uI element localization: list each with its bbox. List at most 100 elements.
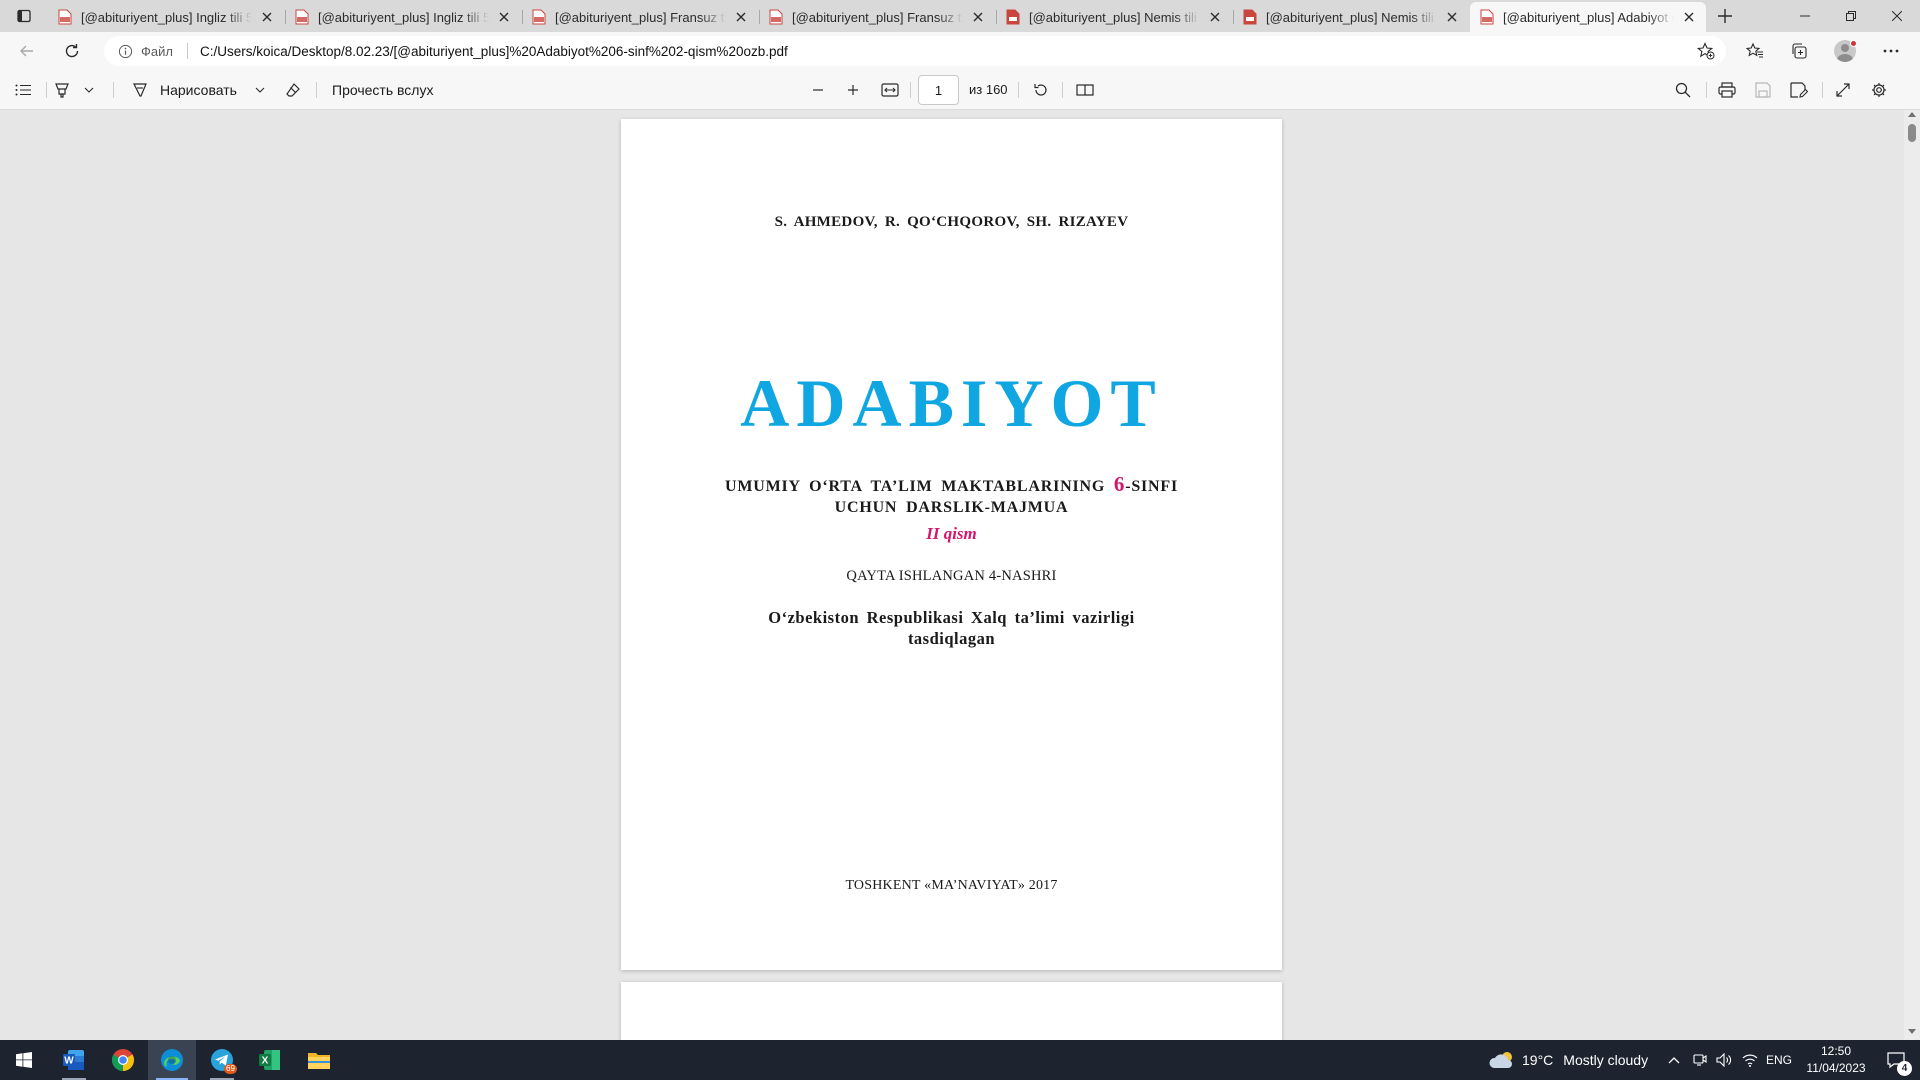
close-window-button[interactable] — [1874, 0, 1920, 32]
pdf-icon — [1480, 9, 1494, 25]
back-button[interactable] — [12, 37, 42, 65]
browser-tab[interactable]: [@abituriyent_plus] Ingliz tili 5-sinf — [48, 2, 284, 32]
save-as-button[interactable] — [1788, 77, 1810, 103]
minimize-button[interactable] — [1782, 0, 1828, 32]
tab-actions-button[interactable] — [10, 4, 38, 28]
divider — [1018, 82, 1019, 98]
pdf-icon — [58, 9, 72, 25]
browser-tab[interactable]: [@abituriyent_plus] Nemis tili 5-sinf — [1233, 2, 1469, 32]
taskbar-edge[interactable] — [148, 1040, 196, 1080]
favorites-button[interactable] — [1740, 37, 1770, 65]
read-aloud-button[interactable]: Прочесть вслух — [332, 77, 433, 103]
tab-close-button[interactable] — [258, 8, 276, 26]
close-icon — [1210, 12, 1220, 22]
draw-button[interactable]: Нарисовать — [132, 77, 265, 103]
add-favorite-button[interactable] — [1696, 42, 1716, 60]
scroll-thumb[interactable] — [1908, 124, 1916, 142]
close-icon — [1447, 12, 1457, 22]
full-screen-button[interactable] — [1832, 77, 1854, 103]
tab-close-button[interactable] — [495, 8, 513, 26]
browser-tab[interactable]: [@abituriyent_plus] Ingliz tili 5-sinf — [285, 2, 521, 32]
print-button[interactable] — [1716, 77, 1738, 103]
weather-temp: 19°C — [1522, 1052, 1554, 1068]
divider — [316, 82, 317, 98]
book-subtitle: UMUMIY O‘RTA TA’LIM MAKTABLARINING 6-SIN… — [621, 474, 1282, 518]
word-icon: W — [63, 1050, 84, 1070]
tab-actions-icon — [17, 9, 31, 23]
scroll-up-arrow[interactable] — [1908, 112, 1916, 117]
notifications-button[interactable]: 4 — [1876, 1040, 1916, 1080]
rotate-button[interactable] — [1030, 77, 1052, 103]
contents-button[interactable] — [10, 77, 36, 103]
erase-button[interactable] — [282, 77, 304, 103]
vertical-scrollbar[interactable] — [1904, 110, 1920, 1040]
fit-to-width-button[interactable] — [879, 77, 901, 103]
browser-tab[interactable]: [@abituriyent_plus] Fransuz tili 5-sinf — [522, 2, 758, 32]
pdf-icon — [295, 9, 309, 25]
pdf-viewer[interactable]: S. AHMEDOV, R. QO‘CHQOROV, SH. RIZAYEV A… — [0, 110, 1920, 1040]
clock[interactable]: 12:50 11/04/2023 — [1804, 1043, 1868, 1077]
taskbar-telegram[interactable]: 69 — [198, 1040, 246, 1080]
approval-line: tasdiqlagan — [907, 629, 996, 648]
tab-title: [@abituriyent_plus] Ingliz tili 5-sinf — [81, 9, 252, 25]
wifi-icon — [1742, 1054, 1758, 1067]
new-tab-button[interactable] — [1712, 4, 1738, 28]
url-field[interactable]: Файл C:/Users/koica/Desktop/8.02.23/[@ab… — [104, 36, 1726, 66]
taskbar-excel[interactable]: X — [246, 1040, 294, 1080]
taskbar-word[interactable]: W — [50, 1040, 98, 1080]
refresh-icon — [65, 44, 79, 58]
page-view-button[interactable] — [1074, 77, 1096, 103]
highlight-button[interactable] — [54, 77, 100, 103]
browser-tab[interactable]: [@abituriyent_plus] Fransuz tili 5-sinf — [759, 2, 995, 32]
taskbar-file-explorer[interactable] — [295, 1040, 343, 1080]
zoom-out-button[interactable] — [808, 77, 828, 103]
subtitle-text: -SINFI — [1125, 478, 1179, 495]
authors: S. AHMEDOV, R. QO‘CHQOROV, SH. RIZAYEV — [774, 214, 1129, 230]
refresh-button[interactable] — [57, 37, 87, 65]
pdf-icon — [1006, 9, 1020, 25]
settings-more-button[interactable] — [1876, 37, 1906, 65]
fit-width-icon — [881, 83, 899, 97]
pdf-settings-button[interactable] — [1868, 77, 1890, 103]
taskbar: W 69 X 19°C Mostly cloudy ENG 12:50 11/0… — [0, 1040, 1920, 1080]
profile-button[interactable] — [1830, 37, 1860, 65]
language-indicator[interactable]: ENG — [1766, 1040, 1792, 1080]
collections-button[interactable] — [1784, 37, 1814, 65]
eraser-icon — [286, 83, 300, 97]
scroll-down-arrow[interactable] — [1908, 1029, 1916, 1034]
browser-tab-active[interactable]: [@abituriyent_plus] Adabiyot 6-sinf — [1470, 2, 1706, 32]
favorites-icon — [1746, 42, 1763, 58]
windows-icon — [16, 1052, 32, 1068]
tab-close-button[interactable] — [732, 8, 750, 26]
rotate-icon — [1034, 84, 1047, 96]
network-button[interactable] — [1742, 1040, 1758, 1080]
show-hidden-icons-button[interactable] — [1668, 1040, 1680, 1080]
pdf-icon — [1243, 9, 1257, 25]
volume-button[interactable] — [1716, 1040, 1732, 1080]
tab-close-button[interactable] — [1206, 8, 1224, 26]
pdf-page — [621, 982, 1282, 1040]
minus-icon — [813, 89, 823, 91]
tab-title: [@abituriyent_plus] Fransuz tili 5-sinf — [555, 9, 726, 25]
gear-icon — [1872, 83, 1886, 97]
tab-close-button[interactable] — [1443, 8, 1461, 26]
browser-tab[interactable]: [@abituriyent_plus] Nemis tili 5-sinf — [996, 2, 1232, 32]
zoom-in-button[interactable] — [843, 77, 863, 103]
meet-now-button[interactable] — [1692, 1040, 1708, 1080]
tab-close-button[interactable] — [969, 8, 987, 26]
site-info-button[interactable]: Файл — [118, 44, 173, 59]
save-icon — [1755, 82, 1771, 98]
more-icon — [1883, 49, 1899, 53]
find-button[interactable] — [1672, 77, 1694, 103]
taskbar-chrome[interactable] — [99, 1040, 147, 1080]
save-button[interactable] — [1752, 77, 1774, 103]
start-button[interactable] — [0, 1040, 48, 1080]
weather-widget[interactable]: 19°C Mostly cloudy — [1488, 1040, 1648, 1080]
tab-title: [@abituriyent_plus] Nemis tili 5-sinf — [1029, 9, 1200, 25]
tab-close-button[interactable] — [1680, 8, 1698, 26]
divider — [1062, 82, 1063, 98]
restore-button[interactable] — [1828, 0, 1874, 32]
excel-icon: X — [259, 1050, 280, 1070]
camera-icon — [1693, 1054, 1707, 1066]
page-number-input[interactable]: 1 — [918, 75, 959, 105]
